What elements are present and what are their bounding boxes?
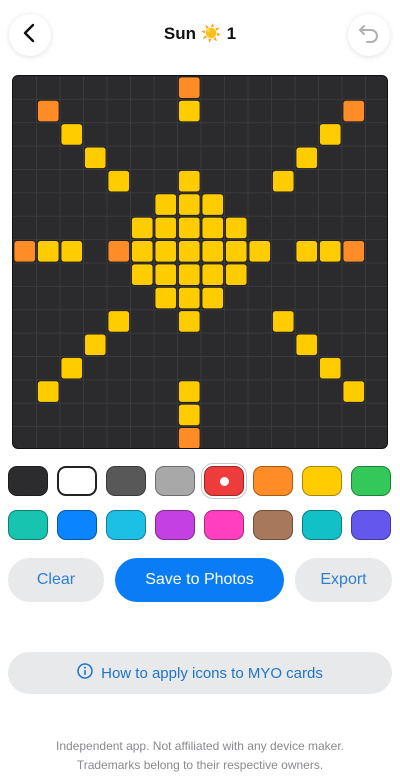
pixel-cell[interactable] <box>154 240 177 263</box>
color-swatch[interactable] <box>351 466 391 496</box>
pixel-cell[interactable] <box>319 357 342 380</box>
how-to-apply-label: How to apply icons to MYO cards <box>101 664 323 682</box>
color-swatch[interactable] <box>302 466 342 496</box>
pixel-cell[interactable] <box>272 170 295 193</box>
how-to-apply-button[interactable]: How to apply icons to MYO cards <box>8 652 392 694</box>
pixel-cell[interactable] <box>201 240 224 263</box>
pixel-cell[interactable] <box>248 240 271 263</box>
pixel-cell[interactable] <box>154 216 177 240</box>
color-swatch[interactable] <box>57 510 97 540</box>
pixel-cell[interactable] <box>178 427 201 449</box>
pixel-cell[interactable] <box>201 286 224 310</box>
pixel-cell[interactable] <box>295 146 318 169</box>
color-swatch[interactable] <box>253 466 293 496</box>
color-swatch[interactable] <box>253 510 293 540</box>
pixel-cell[interactable] <box>154 263 177 286</box>
pixel-cell[interactable] <box>201 216 224 240</box>
pixel-cell[interactable] <box>84 146 107 169</box>
pixel-cell[interactable] <box>154 193 177 216</box>
save-to-photos-button[interactable]: Save to Photos <box>115 558 284 602</box>
pixel-cell[interactable] <box>107 170 130 193</box>
pixel-cell[interactable] <box>131 240 154 263</box>
pixel-cell[interactable] <box>107 310 130 333</box>
pixel-cell[interactable] <box>342 99 365 123</box>
undo-button[interactable] <box>348 14 390 56</box>
pixel-cell[interactable] <box>319 123 342 146</box>
pixel-cell[interactable] <box>178 286 201 310</box>
pixel-cell[interactable] <box>342 380 365 403</box>
pixel-cell[interactable] <box>178 76 201 99</box>
footer-disclaimer: Independent app. Not affiliated with any… <box>20 737 380 775</box>
back-button[interactable] <box>9 14 51 56</box>
pixel-cell[interactable] <box>319 240 342 263</box>
color-swatch[interactable] <box>8 466 48 496</box>
pixel-cell[interactable] <box>178 240 201 263</box>
color-swatch[interactable] <box>155 510 195 540</box>
pixel-cell[interactable] <box>225 240 248 263</box>
pixel-cell[interactable] <box>178 403 201 427</box>
pixel-cell[interactable] <box>225 263 248 286</box>
color-swatch[interactable] <box>57 466 97 496</box>
pixel-cell[interactable] <box>84 333 107 356</box>
export-button[interactable]: Export <box>295 558 392 602</box>
chevron-left-icon <box>22 23 38 48</box>
pixel-cell[interactable] <box>201 193 224 216</box>
color-swatch[interactable] <box>106 466 146 496</box>
pixel-cell[interactable] <box>178 99 201 123</box>
pixel-cell[interactable] <box>178 310 201 333</box>
color-swatch[interactable] <box>8 510 48 540</box>
pixel-cell[interactable] <box>178 216 201 240</box>
pixel-cell[interactable] <box>201 263 224 286</box>
pixel-canvas[interactable] <box>12 75 388 449</box>
info-circle-icon <box>77 663 93 683</box>
page-title: Sun ☀️ 1 <box>163 24 237 43</box>
color-swatch[interactable] <box>302 510 342 540</box>
color-swatch[interactable] <box>106 510 146 540</box>
pixel-cell[interactable] <box>107 240 130 263</box>
color-swatch[interactable] <box>351 510 391 540</box>
pixel-cell[interactable] <box>178 170 201 193</box>
pixel-cell[interactable] <box>295 240 318 263</box>
pixel-cell[interactable] <box>60 357 83 380</box>
color-palette <box>8 466 392 546</box>
footer-line-2: Trademarks belong to their respective ow… <box>76 758 324 772</box>
selected-indicator <box>219 476 229 486</box>
pixel-cell[interactable] <box>60 240 83 263</box>
color-swatch[interactable] <box>155 466 195 496</box>
pixel-cell[interactable] <box>225 216 248 240</box>
pixel-cell[interactable] <box>178 380 201 403</box>
pixel-cell[interactable] <box>131 216 154 240</box>
color-swatch[interactable] <box>204 510 244 540</box>
pixel-cell[interactable] <box>178 193 201 216</box>
undo-arrow-icon <box>358 23 380 48</box>
pixel-cell[interactable] <box>178 263 201 286</box>
pixel-cell[interactable] <box>131 263 154 286</box>
clear-button[interactable]: Clear <box>8 558 104 602</box>
pixel-grid[interactable] <box>13 76 388 449</box>
pixel-cell[interactable] <box>37 99 60 123</box>
pixel-cell[interactable] <box>37 240 60 263</box>
pixel-cell[interactable] <box>154 286 177 310</box>
pixel-cell[interactable] <box>37 380 60 403</box>
pixel-cell[interactable] <box>342 240 365 263</box>
pixel-cell[interactable] <box>13 240 36 263</box>
pixel-cell[interactable] <box>60 123 83 146</box>
footer-line-1: Independent app. Not affiliated with any… <box>56 739 344 753</box>
color-swatch[interactable] <box>204 466 244 496</box>
pixel-cell[interactable] <box>295 333 318 356</box>
pixel-cell[interactable] <box>272 310 295 333</box>
